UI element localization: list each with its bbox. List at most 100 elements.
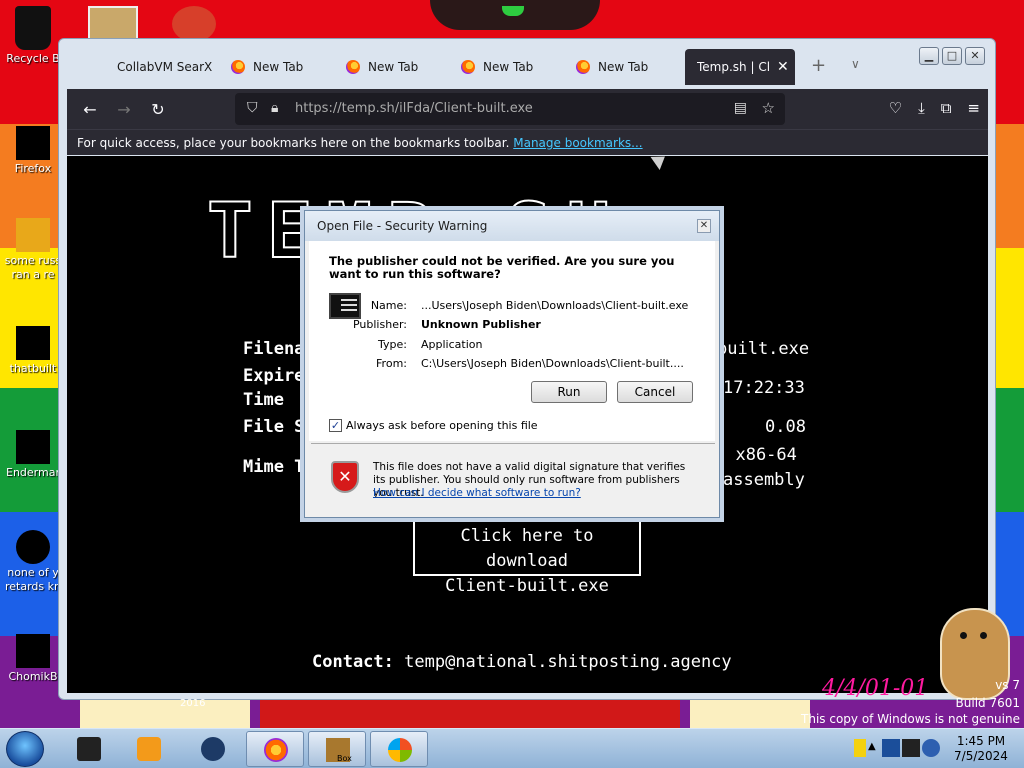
volume-icon[interactable] <box>922 739 940 757</box>
desktop-icon-file-1[interactable]: some russ ran a re <box>2 218 64 282</box>
tab-new-tab-3[interactable]: New Tab <box>449 49 563 85</box>
media-player-icon <box>137 737 161 761</box>
desktop-icon-label: thatbuilt <box>9 362 57 375</box>
show-desktop-flag-icon[interactable] <box>854 739 866 757</box>
new-tab-plus-icon[interactable]: + <box>811 55 826 76</box>
desktop-partial-icon[interactable] <box>88 6 138 42</box>
field-value: ...Users\Joseph Biden\Downloads\Client-b… <box>421 299 689 312</box>
tab-close-icon[interactable]: ✕ <box>777 59 789 75</box>
desktop-icon-label: Recycle B <box>6 52 60 65</box>
desktop-partial-icon-2[interactable] <box>172 6 216 42</box>
help-link[interactable]: How can I decide what software to run? <box>373 487 581 499</box>
desktop-icon-label-line2: ran a re <box>11 268 55 281</box>
reload-icon[interactable]: ↻ <box>141 100 175 119</box>
desktop-icon-label-line2: retards kn <box>5 580 61 593</box>
back-arrow-icon[interactable]: ← <box>73 100 107 119</box>
bookmarks-hint-text: For quick access, place your bookmarks h… <box>77 136 510 150</box>
minimize-button[interactable]: ▁ <box>919 47 939 65</box>
run-button[interactable]: Run <box>531 381 607 403</box>
url-text[interactable]: https://temp.sh/ilFda/Client-built.exe <box>295 101 533 116</box>
bookmark-star-icon[interactable]: ☆ <box>762 99 775 117</box>
app-icon <box>16 430 50 464</box>
padlock-icon[interactable]: 🔒︎ <box>271 100 278 116</box>
expires-label: Expire <box>243 366 305 386</box>
taskbar-firefox[interactable] <box>246 731 304 767</box>
start-button[interactable] <box>6 731 44 767</box>
system-clock[interactable]: 1:45 PM 7/5/2024 <box>944 734 1018 764</box>
shortcut-icon <box>16 326 50 360</box>
field-value: Unknown Publisher <box>421 318 541 331</box>
tray-expand-arrow-icon[interactable]: ▲ <box>868 741 876 752</box>
tab-label: New Tab <box>483 60 534 74</box>
tab-new-tab-4[interactable]: New Tab <box>564 49 678 85</box>
desktop-icon-label: Firefox <box>14 162 52 175</box>
monitor-icon[interactable] <box>902 739 920 757</box>
tab-label: New Tab <box>368 60 419 74</box>
hamster-eye <box>960 632 967 639</box>
downloads-icon[interactable]: ⤓ <box>918 99 925 117</box>
network-icon[interactable] <box>882 739 900 757</box>
pocket-icon[interactable]: ♡ <box>889 99 902 117</box>
maximize-button[interactable]: □ <box>942 47 962 65</box>
manage-bookmarks-link[interactable]: Manage bookmarks... <box>513 136 642 150</box>
tab-bar: CollabVM SearX New Tab New Tab New Tab N… <box>59 39 995 89</box>
desktop-bottom-label: 2016 <box>180 698 206 709</box>
url-bar[interactable]: ⛉ 🔒︎ https://temp.sh/ilFda/Client-built.… <box>235 93 785 125</box>
file-icon <box>16 218 50 252</box>
desktop-icon-file-4[interactable]: none of y retards kn <box>2 530 64 594</box>
tab-label: CollabVM SearX <box>117 60 213 74</box>
cancel-button[interactable]: Cancel <box>617 381 693 403</box>
download-button-line1: Click here to download <box>460 526 594 571</box>
extensions-icon[interactable]: ⧉ <box>941 99 952 117</box>
dialog-question: The publisher could not be verified. Are… <box>329 254 675 281</box>
tracking-shield-icon[interactable]: ⛉ <box>247 100 258 116</box>
file-name-label: Filena <box>243 339 305 359</box>
tab-collabvm-searx[interactable]: CollabVM SearX <box>105 49 219 85</box>
field-key: From: <box>376 357 407 370</box>
file-size-value: 0.08 <box>765 417 806 437</box>
taskbar-box-app[interactable]: Box <box>308 731 366 767</box>
download-button-line2: Client-built.exe <box>445 576 609 596</box>
dialog-body: The publisher could not be verified. Are… <box>309 241 715 441</box>
desktop-icon-chomik[interactable]: ChomikB <box>2 634 64 684</box>
download-button[interactable]: Click here to download Client-built.exe <box>413 520 641 596</box>
dialog-divider <box>311 443 715 444</box>
watermark-line1: vs 7 <box>995 678 1020 692</box>
app-icon <box>16 530 50 564</box>
desktop-icon-label: some russ <box>4 254 62 267</box>
security-warning-dialog: Open File - Security Warning ✕ The publi… <box>304 210 720 518</box>
wallpaper-top-decoration <box>430 0 600 30</box>
firefox-icon <box>576 60 590 74</box>
reader-view-icon[interactable]: ▤ <box>734 100 747 116</box>
tab-new-tab-2[interactable]: New Tab <box>334 49 448 85</box>
contact-email[interactable]: temp@national.shitposting.agency <box>404 652 732 672</box>
taskbar-windows-app[interactable] <box>370 731 428 767</box>
taskbar-app-3[interactable] <box>184 731 242 767</box>
always-ask-label[interactable]: Always ask before opening this file <box>346 419 538 432</box>
taskbar-app-1[interactable] <box>60 731 118 767</box>
list-all-tabs-icon[interactable]: ∨ <box>851 57 860 71</box>
forward-arrow-icon[interactable]: → <box>107 100 141 119</box>
desktop-icon-recycle-bin[interactable]: Recycle B <box>2 6 64 66</box>
file-size-label: File S <box>243 417 305 437</box>
hamster-app-icon <box>16 634 50 668</box>
wallpaper-bottom-decoration <box>60 700 820 728</box>
close-window-button[interactable]: ✕ <box>965 47 985 65</box>
tab-temp-sh[interactable]: Temp.sh | Clien ✕ <box>685 49 795 85</box>
always-ask-checkbox-row[interactable]: ✓ Always ask before opening this file <box>329 419 538 432</box>
menu-hamburger-icon[interactable]: ≡ <box>967 99 980 117</box>
box-label: Box <box>337 754 352 763</box>
firefox-icon <box>231 60 245 74</box>
tab-new-tab-1[interactable]: New Tab <box>219 49 333 85</box>
clock-time: 1:45 PM <box>956 734 1006 748</box>
time-label: Time <box>243 390 284 410</box>
desktop-icon-firefox[interactable]: Firefox <box>2 126 64 176</box>
overlay-date-text: 4/4/01-01 <box>822 676 929 701</box>
desktop-icon-file-2[interactable]: thatbuilt <box>2 326 64 376</box>
taskbar-media-player[interactable] <box>120 731 178 767</box>
always-ask-checkbox[interactable]: ✓ <box>329 419 342 432</box>
dialog-close-icon[interactable]: ✕ <box>697 219 711 233</box>
firefox-icon <box>461 60 475 74</box>
desktop-icon-file-3[interactable]: Endermar <box>2 430 64 480</box>
watermark-line2: Build 7601 <box>955 696 1020 710</box>
